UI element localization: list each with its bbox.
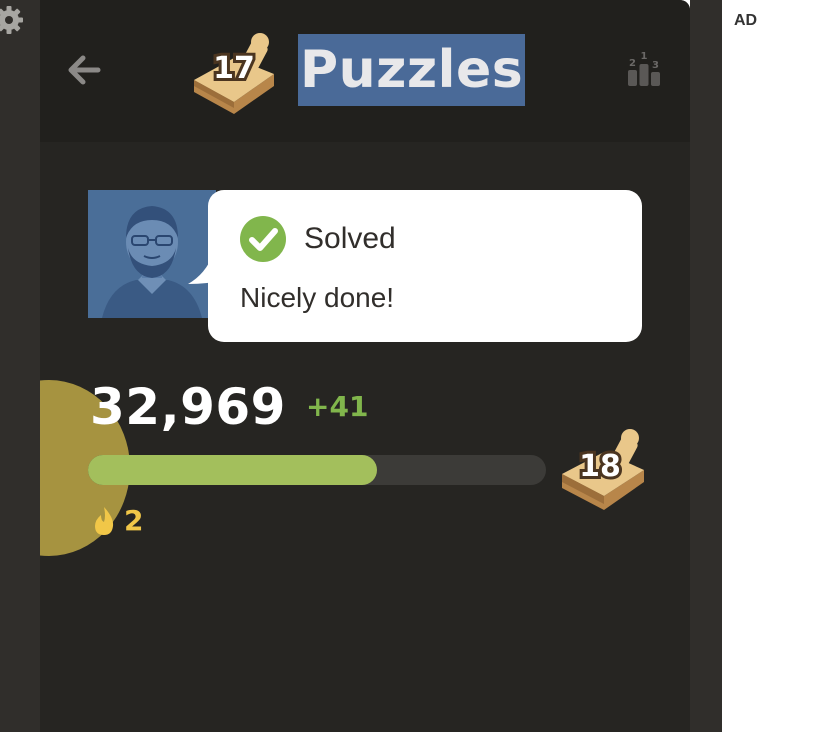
rating-progress-bar — [88, 455, 546, 485]
puzzle-level-badge: 17 — [190, 28, 278, 116]
streak-count: 2 — [124, 504, 144, 537]
podium-rank-3: 3 — [652, 60, 659, 71]
next-level-number: 18 — [576, 446, 624, 487]
feedback-status: Solved — [304, 222, 396, 255]
podium-rank-1: 1 — [641, 51, 648, 62]
svg-text:17: 17 — [213, 51, 255, 86]
feedback-message: Nicely done! — [240, 282, 395, 313]
panel-header: 17 Puzzles 2 1 3 — [40, 0, 690, 142]
puzzle-rating: 32,969 — [90, 378, 286, 436]
podium-icon[interactable]: 2 1 3 — [624, 48, 664, 88]
ad-slot[interactable]: AD — [722, 0, 832, 732]
page-title: Puzzles — [298, 34, 526, 106]
gear-icon[interactable] — [0, 5, 24, 35]
right-panel-strip — [690, 0, 722, 732]
feedback-bubble: Solved Nicely done! — [208, 190, 642, 342]
arrow-left-icon[interactable] — [62, 48, 106, 92]
rating-progress-fill — [88, 455, 377, 485]
svg-text:18: 18 — [579, 449, 621, 484]
ad-label: AD — [734, 12, 758, 29]
left-panel-strip — [0, 0, 40, 732]
level-badge-number: 17 — [210, 48, 258, 89]
check-circle-icon — [240, 216, 286, 262]
flame-icon — [95, 507, 114, 535]
rating-delta: +41 — [306, 390, 369, 423]
next-level-badge: 18 — [558, 428, 648, 512]
podium-rank-2: 2 — [629, 58, 636, 69]
puzzle-panel: 17 Puzzles 2 1 3 Solved Nicely done! 32,… — [40, 0, 690, 732]
